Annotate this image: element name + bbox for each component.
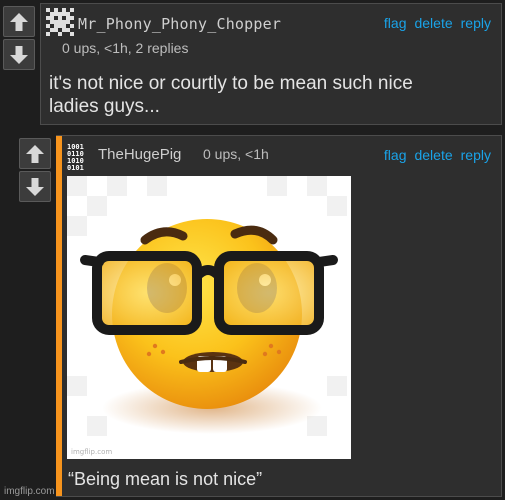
arrow-up-icon (10, 12, 28, 31)
delete-link[interactable]: delete (414, 147, 452, 163)
meme-image[interactable]: imgflip.com (67, 176, 351, 459)
comment-thread: Mr_Phony_Phony_Chopper flag delete reply… (0, 0, 505, 500)
nerd-emoji-icon: imgflip.com (67, 176, 351, 459)
comment-caption: “Being mean is not nice” (68, 469, 263, 489)
comment-username[interactable]: Mr_Phony_Phony_Chopper (78, 15, 281, 33)
reply-link[interactable]: reply (461, 15, 491, 31)
arrow-down-icon (10, 45, 28, 64)
flag-link[interactable]: flag (384, 15, 407, 31)
comment-meta: 0 ups, <1h (203, 146, 269, 162)
svg-text:0101: 0101 (67, 164, 84, 170)
downvote-button[interactable] (3, 39, 35, 70)
downvote-button[interactable] (19, 171, 51, 202)
comment-text-line: ladies guys... (49, 96, 160, 117)
reply-link[interactable]: reply (461, 147, 491, 163)
arrow-up-icon (26, 144, 44, 163)
binary-avatar-icon: 1001 0110 1010 0101 (66, 142, 94, 172)
vote-column (19, 138, 53, 204)
comment-text: it's not nice or courtly to be mean such… (49, 72, 413, 118)
arrow-down-icon (26, 177, 44, 196)
upvote-button[interactable] (3, 6, 35, 37)
comment-username[interactable]: TheHugePig (98, 146, 181, 163)
pixel-avatar-icon (46, 8, 74, 36)
user-avatar[interactable] (46, 8, 74, 41)
comment-meta: 0 ups, <1h, 2 replies (62, 40, 189, 56)
comment-actions: flag delete reply (384, 147, 491, 163)
upvote-button[interactable] (19, 138, 51, 169)
image-watermark: imgflip.com (71, 448, 112, 456)
site-watermark: imgflip.com (4, 486, 55, 497)
comment-actions: flag delete reply (384, 15, 491, 31)
comment-text-line: it's not nice or courtly to be mean such… (49, 73, 413, 94)
flag-link[interactable]: flag (384, 147, 407, 163)
user-avatar[interactable]: 1001 0110 1010 0101 (66, 142, 94, 175)
vote-column (3, 6, 37, 72)
reply-accent-bar (56, 136, 62, 496)
delete-link[interactable]: delete (414, 15, 452, 31)
comment-card: 1001 0110 1010 0101 TheHugePig 0 ups, <1… (56, 135, 502, 497)
comment-card: Mr_Phony_Phony_Chopper flag delete reply… (40, 3, 502, 125)
